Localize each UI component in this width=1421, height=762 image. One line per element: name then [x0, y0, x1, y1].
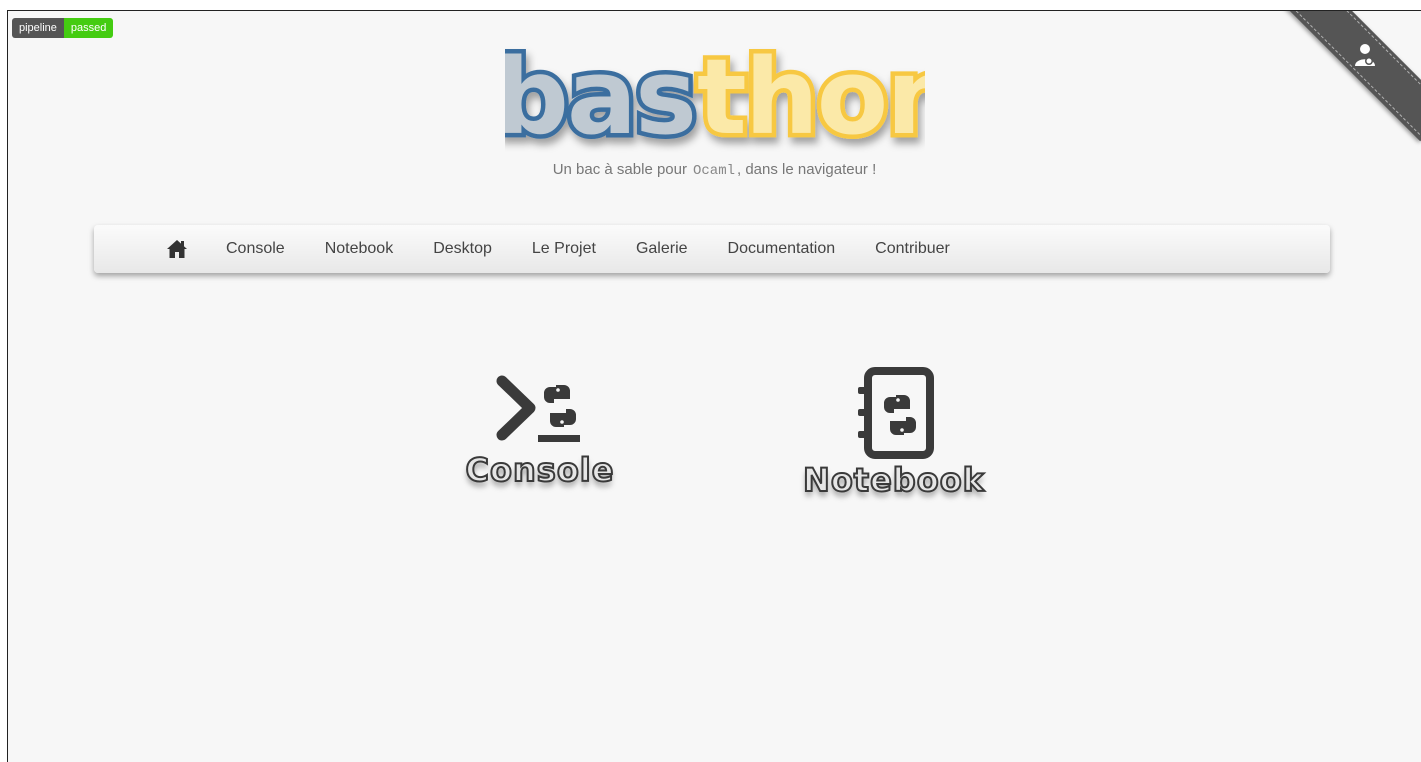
nav-item-contribuer[interactable]: Contribuer — [855, 225, 970, 273]
logo-part-thon: thon — [697, 36, 925, 153]
tagline-before: Un bac à sable pour — [552, 161, 687, 178]
nav-item-documentation[interactable]: Documentation — [708, 225, 856, 273]
main-nav: Console Notebook Desktop Le Projet Galer… — [94, 225, 1330, 273]
console-card-label: Console — [465, 450, 615, 490]
nav-item-desktop[interactable]: Desktop — [413, 225, 512, 273]
console-card[interactable]: Console — [450, 371, 630, 490]
nav-item-le-projet[interactable]: Le Projet — [512, 225, 616, 273]
notebook-python-icon — [858, 367, 934, 459]
notebook-card-label: Notebook — [802, 460, 985, 500]
tagline: Un bac à sable pour Ocaml, dans le naviga… — [8, 161, 1421, 179]
nav-item-notebook[interactable]: Notebook — [305, 225, 414, 273]
page-frame: pipeline passed bas thon Un bac à sable … — [7, 10, 1421, 762]
tagline-language: Ocaml — [692, 163, 735, 179]
home-icon[interactable] — [166, 238, 188, 260]
basthon-logo[interactable]: bas thon — [8, 33, 1421, 153]
notebook-card[interactable]: Notebook — [794, 365, 994, 500]
tagline-after: , dans le navigateur ! — [737, 161, 877, 178]
nav-item-console[interactable]: Console — [206, 225, 305, 273]
logo-part-bas: bas — [505, 36, 695, 153]
nav-item-galerie[interactable]: Galerie — [616, 225, 708, 273]
terminal-python-icon — [496, 375, 580, 442]
